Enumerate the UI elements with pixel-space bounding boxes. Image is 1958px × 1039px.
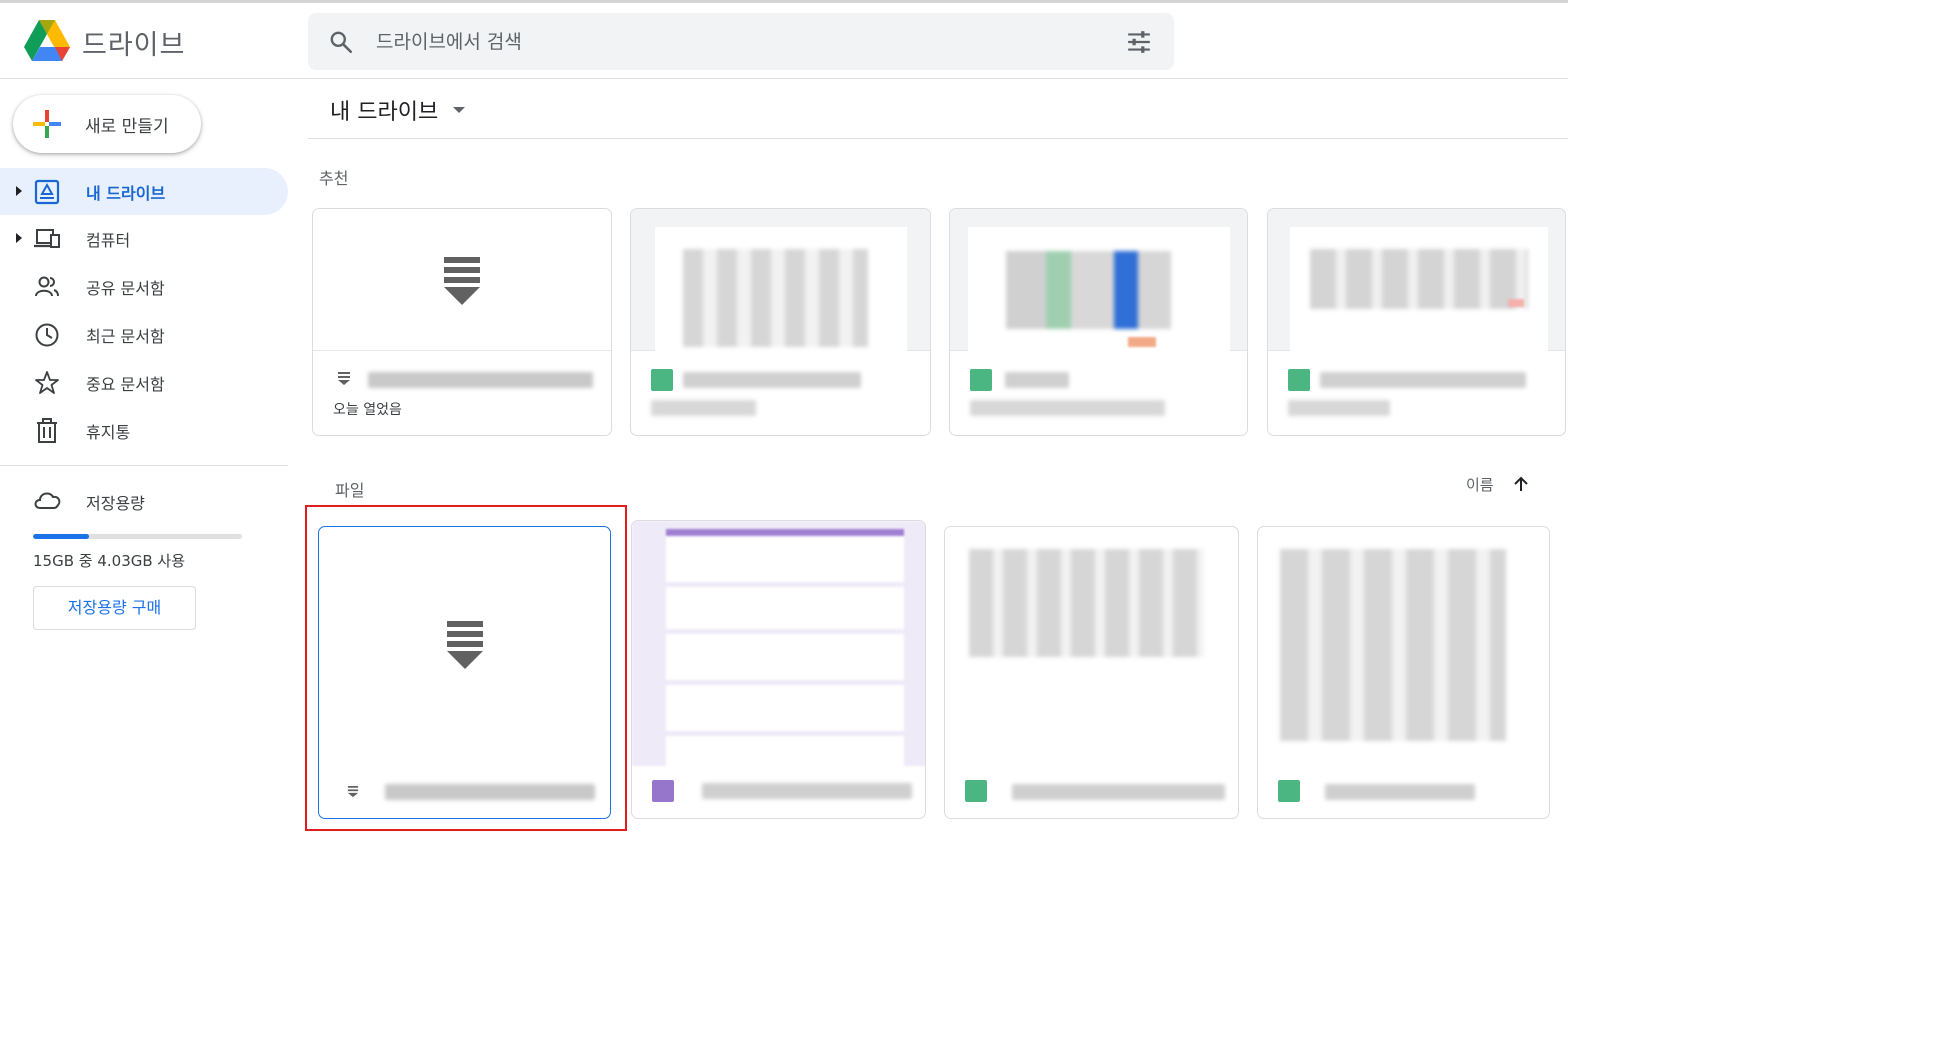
sidebar-item-label: 공유 문서함 — [86, 279, 165, 298]
generic-file-icon — [444, 257, 480, 305]
buy-storage-button[interactable]: 저장용량 구매 — [33, 586, 196, 630]
redacted-file-name — [683, 372, 861, 388]
suggested-section-title: 추천 — [319, 169, 349, 188]
redacted-file-name — [368, 372, 593, 388]
chevron-down-icon[interactable] — [452, 105, 466, 115]
drive-logo[interactable] — [24, 20, 70, 62]
redacted-activity-text — [1288, 400, 1390, 416]
tune-icon[interactable] — [1126, 29, 1152, 55]
storage-label[interactable]: 저장용량 — [86, 490, 145, 514]
sidebar-item-trash[interactable]: 휴지통 — [0, 407, 288, 454]
suggested-card[interactable]: 오늘 열었음 — [312, 208, 612, 436]
trash-icon — [37, 418, 57, 443]
redacted-file-name — [1320, 372, 1526, 388]
sidebar-item-computers[interactable]: 컴퓨터 — [0, 215, 288, 262]
generic-file-icon — [338, 372, 350, 385]
breadcrumb[interactable]: 내 드라이브 — [330, 94, 438, 126]
storage-progress-fill — [33, 534, 90, 539]
file-card[interactable] — [318, 526, 611, 819]
generic-file-icon — [447, 621, 483, 669]
sidebar-item-label: 휴지통 — [86, 423, 131, 442]
card-thumbnail — [969, 549, 1204, 657]
new-button-label: 새로 만들기 — [85, 117, 169, 137]
file-card[interactable] — [944, 526, 1239, 819]
files-section-title: 파일 — [335, 481, 365, 500]
storage-usage-text: 15GB 중 4.03GB 사용 — [33, 552, 186, 570]
generic-file-icon — [347, 786, 359, 798]
redacted-activity-text — [651, 400, 756, 416]
redacted-file-name — [1012, 784, 1225, 800]
sidebar-item-shared[interactable]: 공유 문서함 — [0, 263, 288, 310]
sheets-icon — [970, 369, 992, 391]
new-button[interactable]: 새로 만들기 — [13, 95, 201, 153]
search-icon[interactable] — [328, 29, 354, 55]
sheets-icon — [965, 780, 987, 802]
card-thumbnail — [631, 209, 930, 351]
main-divider — [308, 138, 1568, 139]
search-bar[interactable] — [308, 13, 1174, 70]
sidebar-item-label: 최근 문서함 — [86, 327, 165, 346]
card-thumbnail — [632, 521, 925, 766]
computers-icon — [34, 229, 60, 248]
plus-icon — [33, 110, 61, 138]
card-thumbnail — [313, 209, 611, 351]
suggested-card[interactable] — [1267, 208, 1566, 436]
suggested-card[interactable] — [630, 208, 931, 436]
card-thumbnail — [950, 209, 1247, 351]
redacted-file-name — [1005, 372, 1069, 388]
clock-icon — [35, 323, 59, 347]
suggested-card[interactable] — [949, 208, 1248, 436]
shared-icon — [35, 276, 59, 297]
cloud-icon — [34, 492, 61, 509]
expand-arrow-icon[interactable] — [14, 184, 24, 198]
star-icon — [35, 371, 59, 394]
redacted-file-name — [702, 783, 912, 799]
file-card[interactable] — [631, 520, 926, 819]
card-activity-text: 오늘 열었음 — [333, 402, 402, 418]
expand-arrow-icon[interactable] — [14, 231, 24, 245]
sheets-icon — [1278, 780, 1300, 802]
sidebar-item-label: 중요 문서함 — [86, 375, 165, 394]
sidebar-item-label: 내 드라이브 — [86, 184, 166, 203]
forms-icon — [652, 780, 674, 802]
sidebar-item-my-drive[interactable]: 내 드라이브 — [0, 168, 288, 215]
sheets-icon — [651, 369, 673, 391]
sidebar-item-starred[interactable]: 중요 문서함 — [0, 359, 288, 406]
file-card[interactable] — [1257, 526, 1550, 819]
card-thumbnail — [1280, 549, 1506, 741]
sort-by-name-button[interactable]: 이름 — [1466, 474, 1494, 495]
my-drive-icon — [34, 179, 60, 205]
storage-progress-bar — [33, 534, 242, 539]
arrow-up-icon[interactable] — [1511, 474, 1531, 494]
redacted-file-name — [1325, 784, 1475, 800]
app-header: 드라이브 — [0, 3, 1568, 79]
sheets-icon — [1288, 369, 1310, 391]
redacted-file-name — [385, 784, 595, 800]
sidebar-item-label: 컴퓨터 — [86, 231, 131, 250]
card-thumbnail — [1268, 209, 1565, 351]
app-title[interactable]: 드라이브 — [82, 23, 185, 62]
search-input[interactable] — [376, 27, 1076, 57]
sidebar-item-recent[interactable]: 최근 문서함 — [0, 311, 288, 358]
redacted-activity-text — [970, 400, 1165, 416]
sidebar-divider — [0, 465, 288, 466]
